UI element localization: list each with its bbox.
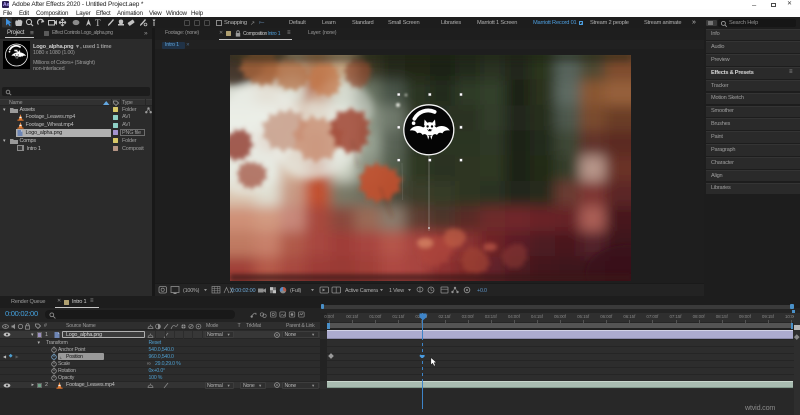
svg-text:T: T bbox=[95, 18, 101, 28]
svg-text:+0.0: +0.0 bbox=[477, 288, 487, 294]
svg-text:0:00:02:00: 0:00:02:00 bbox=[231, 288, 256, 294]
svg-text:(Full): (Full) bbox=[290, 288, 301, 294]
svg-text:(100%): (100%) bbox=[183, 288, 200, 294]
svg-text:Active Camera: Active Camera bbox=[345, 288, 378, 294]
svg-text:1 View: 1 View bbox=[389, 288, 404, 294]
